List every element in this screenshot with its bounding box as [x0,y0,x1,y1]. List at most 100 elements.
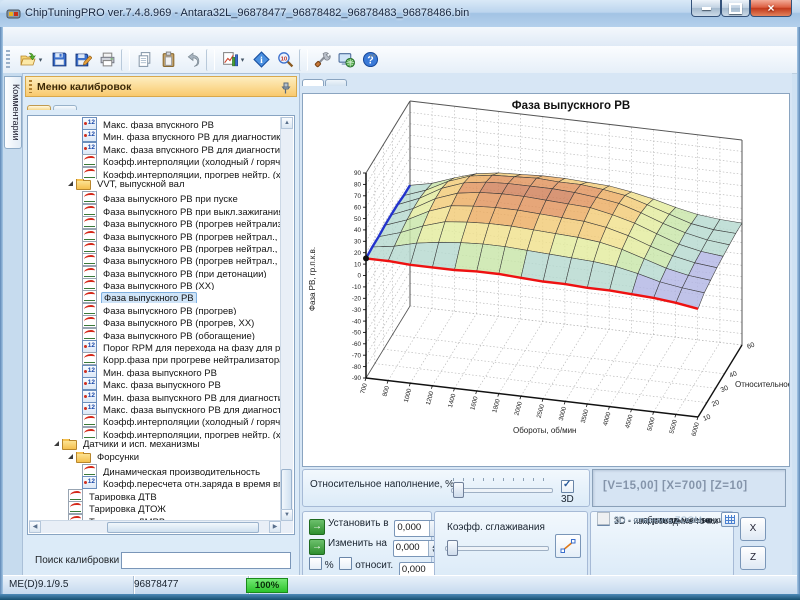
tree-item[interactable]: Макс. фаза выпускного РВ [30,377,280,389]
horizontal-scrollbar[interactable]: ◀ ▶ [29,520,281,533]
calibration-icon [68,501,83,513]
paste-button[interactable] [156,48,180,71]
tree-item[interactable]: Макс. фаза впускного РВ [30,117,280,129]
calibration-icon [62,440,77,450]
tree-item[interactable]: Форсунки [30,452,280,464]
tree-item[interactable]: Фаза выпускного РВ (прогрев нейтрал., ХХ… [30,241,280,253]
svg-text:Фаза выпускного РВ: Фаза выпускного РВ [512,100,630,112]
option-checkbox[interactable]: 2D - отменить ZOOM [597,512,702,526]
tree-item[interactable]: Фаза выпускного РВ (при детонации) [30,266,280,278]
tree-item[interactable]: Коэфф.интерполяции, прогрев нейтр. (холо… [30,167,280,179]
checkbox-box[interactable] [597,512,610,525]
slider-thumb[interactable] [447,540,458,556]
fill-slider[interactable] [451,482,553,497]
tree-item[interactable]: Фаза выпускного РВ (обогащение) [30,328,280,340]
tree-item[interactable]: Динамическая производительность [30,464,280,476]
slider-track[interactable] [451,488,553,493]
menu-item[interactable] [59,37,73,40]
grid-edit-button[interactable] [721,512,739,527]
tree-item[interactable]: Фаза выпускного РВ (прогрев нейтрал., ХХ… [30,253,280,265]
tree-item[interactable]: Тарировка ДТОЖ [30,501,280,513]
tree-item[interactable]: Макс. фаза впускного РВ для диагностики [30,142,280,154]
print-button[interactable] [95,48,119,71]
toolbar-grip[interactable] [6,50,10,68]
panel-grip[interactable] [29,80,32,93]
tree-item[interactable]: Коэфф.пересчета отн.заряда в время впрыс… [30,476,280,488]
menu-item[interactable] [87,37,101,40]
tree-item[interactable]: Фаза выпускного РВ (прогрев) [30,303,280,315]
scroll-left-icon[interactable]: ◀ [29,521,41,533]
checkbox-box[interactable] [561,480,574,493]
slider-thumb[interactable] [453,482,464,498]
tree-item[interactable]: Фаза выпускного РВ (прогрев нейтрал., хо… [30,229,280,241]
apply-change-button[interactable] [309,539,325,555]
close-button[interactable]: × [750,0,792,17]
minimize-button[interactable] [691,0,721,17]
tree-item[interactable]: Мин. фаза впускного РВ для диагностики [30,129,280,141]
tree-item[interactable]: Мин. фаза выпускного РВ [30,365,280,377]
tree-item[interactable]: Фаза выпускного РВ (прогрев, ХХ) [30,315,280,327]
smoothing-apply-button[interactable] [555,534,581,558]
mode-3d-checkbox[interactable]: 3D [561,480,589,505]
z-axis-button[interactable]: Z [740,546,766,570]
expander-icon[interactable] [68,181,73,186]
relative-checkbox[interactable] [339,557,352,570]
x-axis-button[interactable]: X [740,517,766,541]
tree-item[interactable]: Коэфф.интерполяции (холодный / горячий ) [30,414,280,426]
search-input[interactable] [121,552,291,569]
scroll-up-icon[interactable]: ▲ [281,117,293,129]
tree-item[interactable]: Фаза выпускного РВ (ХХ) [30,278,280,290]
menu-item[interactable] [3,37,17,40]
tree-item[interactable]: Коэфф.интерполяции, прогрев нейтр. (холо… [30,427,280,439]
copy-button[interactable] [132,48,156,71]
open-button[interactable] [15,48,47,71]
calibration-tab[interactable] [27,105,51,110]
tree-item[interactable]: Корр.фаза при прогреве нейтрализатора [30,352,280,364]
tree-item[interactable]: Фаза выпускного РВ [30,290,280,302]
smoothing-slider[interactable] [445,540,549,555]
toolbar-button[interactable] [121,49,130,71]
tree-item[interactable]: Коэфф.интерполяции (холодный / горячий ) [30,154,280,166]
change-value-spinner[interactable]: 0,000▲▼ [393,540,440,557]
surface-chart[interactable]: -90-80-70-60-50-40-30-20-100102030405060… [302,93,790,467]
menu-item[interactable] [73,37,87,40]
save-button[interactable] [47,48,71,71]
tree-item[interactable]: Фаза выпускного РВ при выкл.зажигания [30,204,280,216]
undo-button[interactable] [180,48,204,71]
calibration-tab[interactable] [53,105,77,110]
tree-item[interactable]: Мин. фаза выпускного РВ для диагностики [30,390,280,402]
view-tab[interactable] [325,79,347,86]
scroll-right-icon[interactable]: ▶ [269,521,281,533]
menu-item[interactable] [31,37,45,40]
tools-button[interactable] [310,48,334,71]
menu-item[interactable] [17,37,31,40]
view-tab[interactable] [302,79,324,86]
slider-track[interactable] [445,546,549,551]
percent-checkbox[interactable] [309,557,322,570]
toolbar-button[interactable] [206,49,215,71]
tree-item[interactable]: Фаза выпускного РВ при пуске [30,191,280,203]
tree-item[interactable]: Макс. фаза выпускного РВ для диагностики [30,402,280,414]
hscroll-thumb[interactable] [107,522,259,533]
tree-item[interactable]: VVT, выпускной вал [30,179,280,191]
toolbar-overflow-button[interactable]: ▾▾ [369,52,376,60]
info-button[interactable]: i [249,48,273,71]
remote-button[interactable] [334,48,358,71]
vertical-scrollbar[interactable]: ▲ ▼ [280,117,293,521]
menu-item[interactable] [45,37,59,40]
save-as-button[interactable] [71,48,95,71]
tree-item[interactable]: Тарировка ДТВ [30,489,280,501]
maximize-button[interactable] [721,0,750,17]
expander-icon[interactable] [68,454,73,459]
expander-icon[interactable] [54,441,59,446]
apply-set-button[interactable] [309,519,325,535]
scroll-down-icon[interactable]: ▼ [281,509,293,521]
toolbar-button[interactable] [299,49,308,71]
tree-item[interactable]: Фаза выпускного РВ (прогрев нейтрализато… [30,216,280,228]
svg-text:Фаза РВ, гр.п.к.в.: Фаза РВ, гр.п.к.в. [308,247,317,311]
tree-item[interactable]: Датчики и исп. механизмы [30,439,280,451]
comments-tab[interactable]: Комментарии [4,76,22,149]
compare-charts-button[interactable] [217,48,249,71]
tree-item[interactable]: Порог RPM для перехода на фазу для режим… [30,340,280,352]
preview-zoom-button[interactable]: 10 [273,48,297,71]
